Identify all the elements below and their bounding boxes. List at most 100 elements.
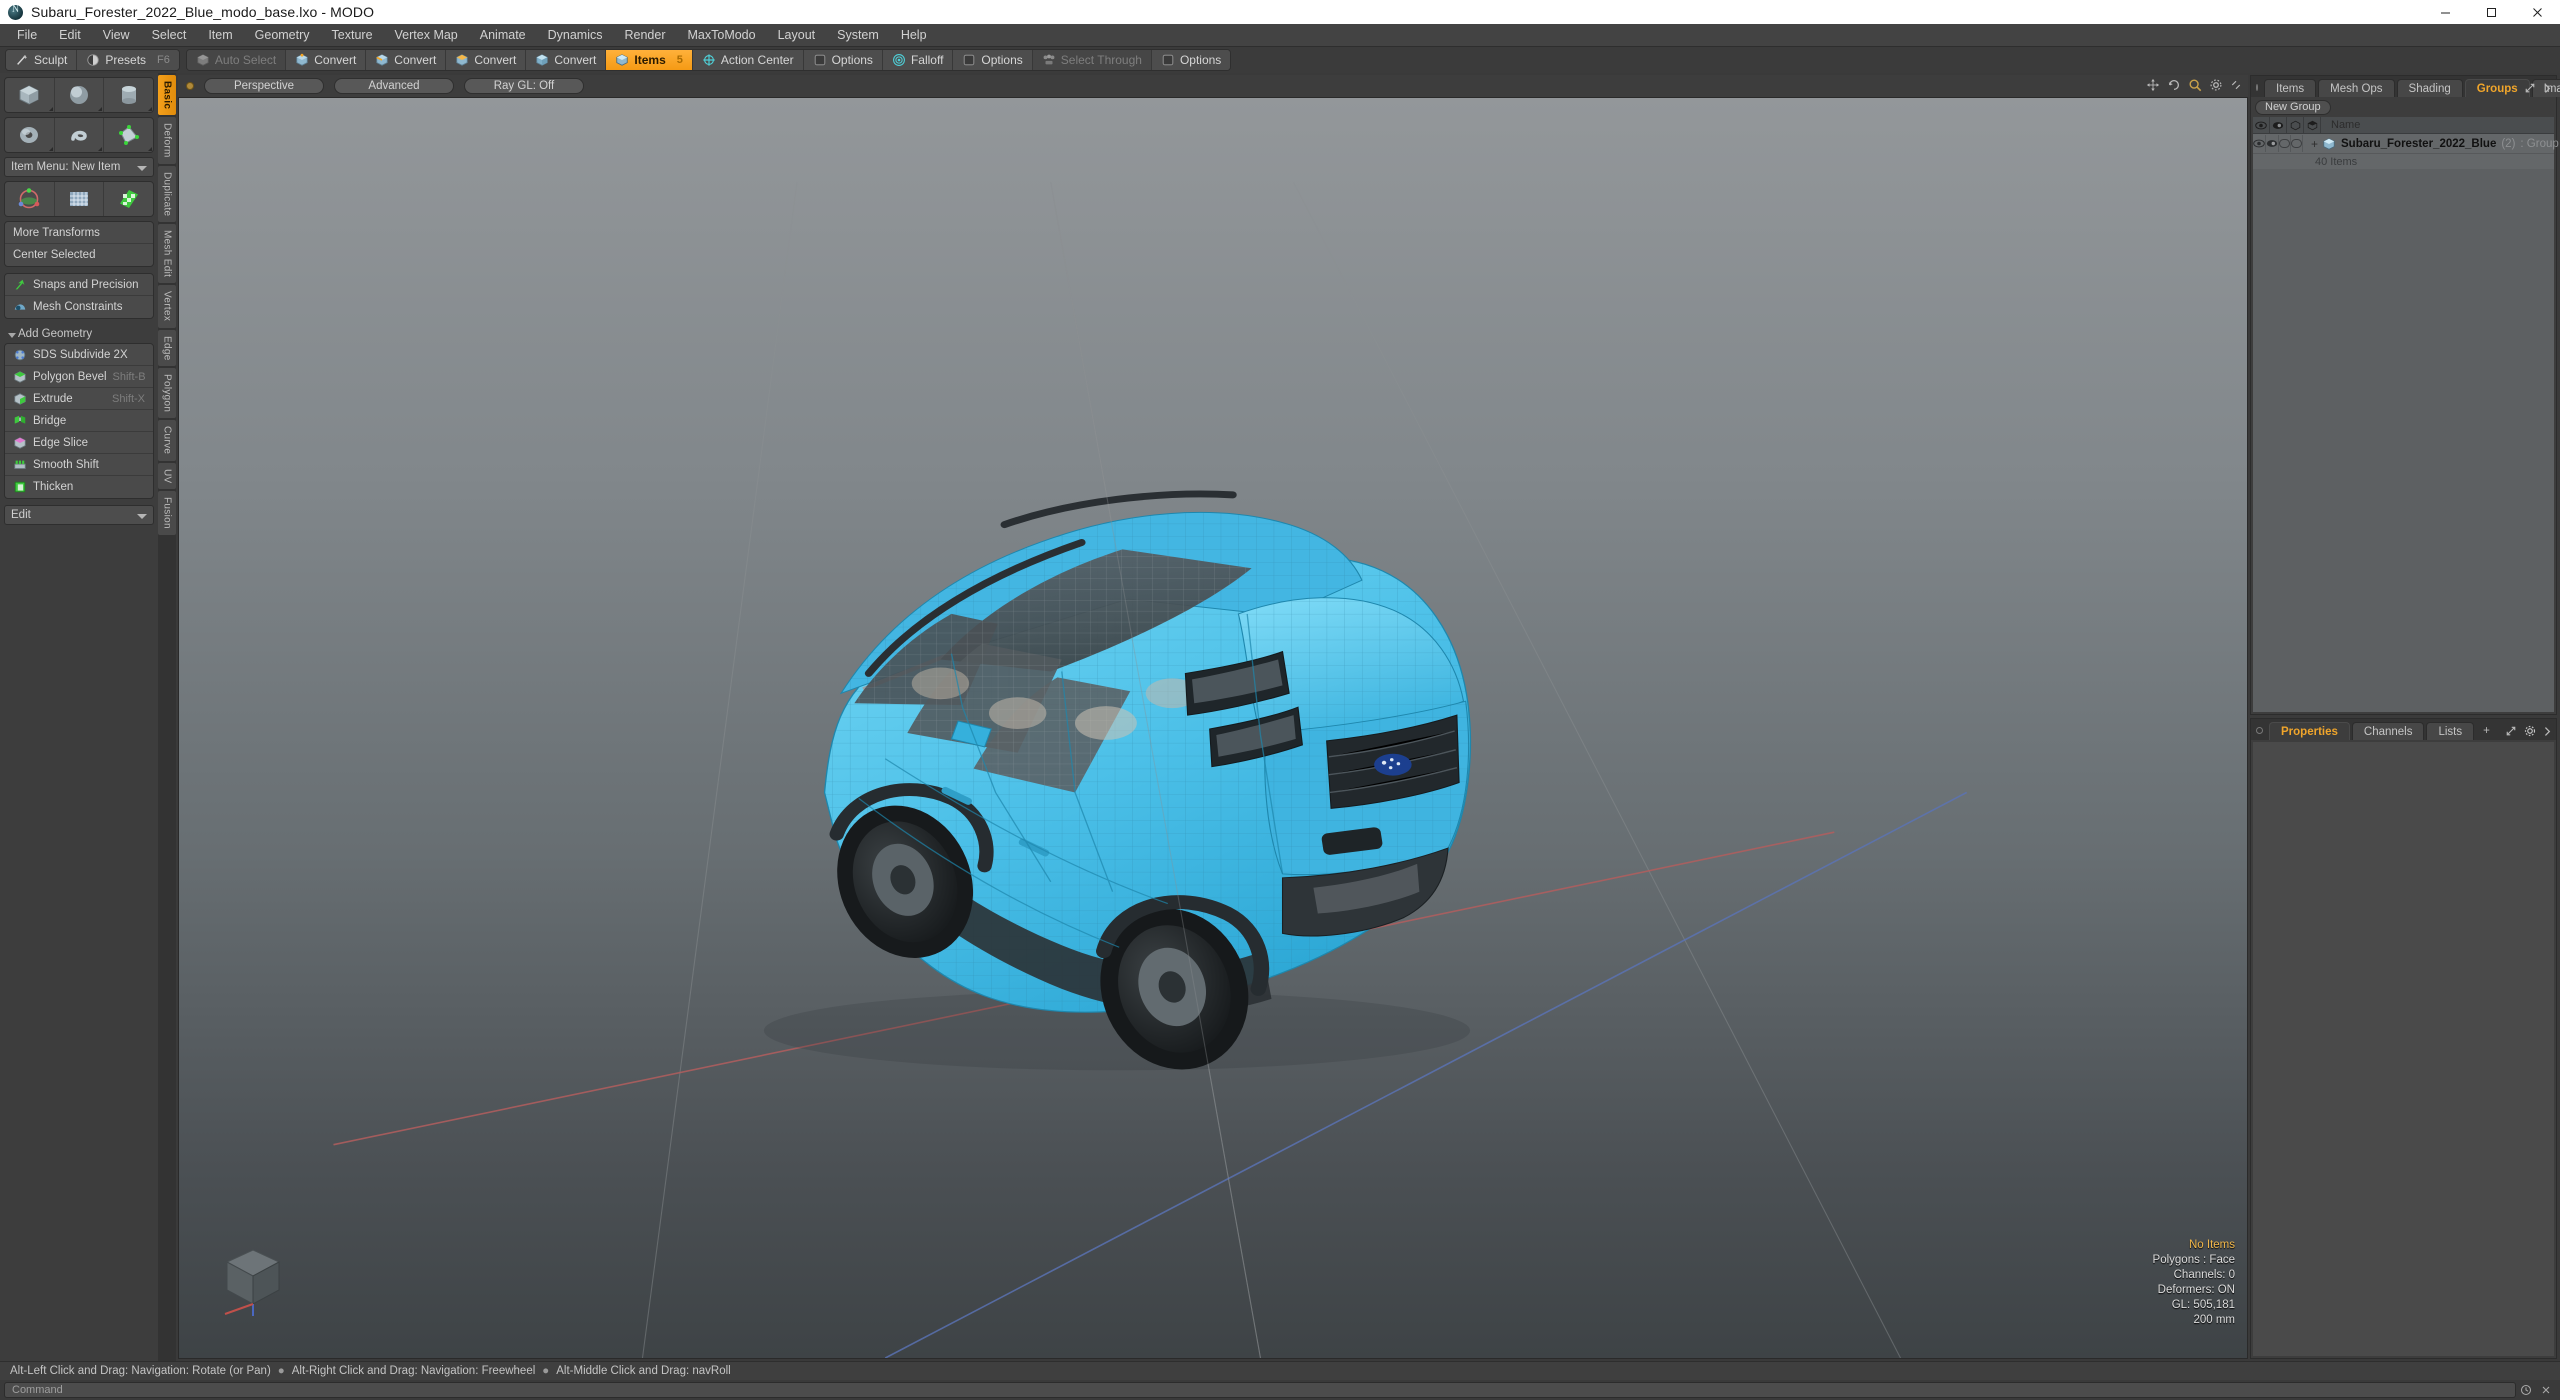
tab-lists[interactable]: Lists [2426, 722, 2475, 740]
mesh-constraints-button[interactable]: Mesh Constraints [5, 296, 153, 318]
primitive-cylinder-button[interactable] [104, 78, 153, 112]
rotate-view-icon[interactable] [2167, 78, 2181, 92]
primitive-spiral-button[interactable] [54, 118, 104, 152]
thicken-button[interactable]: Thicken [5, 476, 153, 498]
chevron-right-icon[interactable] [2543, 726, 2551, 737]
tab-mesh-ops[interactable]: Mesh Ops [2318, 79, 2395, 97]
panel-menu-dot[interactable] [2256, 727, 2263, 734]
new-group-button[interactable]: New Group [2255, 99, 2331, 115]
items-mode-button[interactable]: Items 5 [606, 50, 693, 70]
col-wireframe-icon[interactable] [2287, 116, 2304, 134]
expander-icon[interactable]: + [2311, 137, 2318, 151]
row-wireframe-toggle[interactable] [2279, 135, 2291, 152]
viewport-menu-dot[interactable] [186, 82, 194, 90]
groups-tree-body[interactable] [2253, 169, 2554, 712]
expand-icon[interactable] [2524, 82, 2536, 94]
shaded-radio[interactable] [2291, 139, 2302, 148]
smooth-shift-button[interactable]: Smooth Shift [5, 454, 153, 476]
tab-properties[interactable]: Properties [2269, 722, 2350, 740]
command-input[interactable]: Command [4, 1382, 2516, 1398]
row-visibility-eye-icon[interactable] [2253, 135, 2266, 152]
edge-slice-button[interactable]: Edge Slice [5, 432, 153, 454]
menu-animate[interactable]: Animate [469, 25, 537, 45]
vtab-basic[interactable]: Basic [158, 75, 176, 116]
vtab-mesh-edit[interactable]: Mesh Edit [158, 224, 176, 284]
action-center-options-button[interactable]: Options [803, 50, 883, 70]
center-selected-button[interactable]: Center Selected [5, 244, 153, 266]
expand-icon[interactable] [2230, 79, 2242, 91]
edit-dropdown[interactable]: Edit [4, 505, 154, 525]
vtab-deform[interactable]: Deform [158, 117, 176, 164]
wireframe-radio[interactable] [2279, 139, 2290, 148]
vtab-uv[interactable]: UV [158, 462, 176, 489]
zoom-view-icon[interactable] [2188, 78, 2202, 92]
viewport-axis-gizmo[interactable] [209, 1228, 299, 1318]
viewport-3d[interactable]: No Items Polygons : Face Channels: 0 Def… [178, 97, 2248, 1359]
snaps-and-precision-button[interactable]: Snaps and Precision [5, 274, 153, 296]
primitive-torus-button[interactable] [5, 118, 54, 152]
convert-polygon-button[interactable]: Convert [446, 50, 527, 70]
vtab-edge[interactable]: Edge [158, 329, 176, 367]
primitive-cube-button[interactable] [5, 78, 54, 112]
menu-layout[interactable]: Layout [767, 25, 827, 45]
tab-items[interactable]: Items [2264, 79, 2317, 97]
col-shaded-icon[interactable] [2304, 116, 2321, 134]
menu-geometry[interactable]: Geometry [244, 25, 321, 45]
menu-system[interactable]: System [826, 25, 890, 45]
panel-menu-dot[interactable] [2256, 84, 2258, 91]
vtab-vertex[interactable]: Vertex [158, 285, 176, 328]
menu-texture[interactable]: Texture [321, 25, 384, 45]
primitive-polygon-button[interactable] [104, 118, 153, 152]
clear-icon[interactable] [2540, 1384, 2552, 1396]
select-through-options-button[interactable]: Options [1151, 50, 1231, 70]
sculpt-button[interactable]: Sculpt [6, 50, 78, 70]
falloff-options-button[interactable]: Options [953, 50, 1033, 70]
tab-groups[interactable]: Groups [2464, 79, 2530, 97]
move-view-icon[interactable] [2146, 78, 2160, 92]
item-menu-dropdown[interactable]: Item Menu: New Item [4, 157, 154, 177]
viewport-projection-dropdown[interactable]: Perspective [204, 78, 324, 94]
add-geometry-header[interactable]: Add Geometry [4, 325, 154, 343]
chevron-right-icon[interactable] [2543, 83, 2551, 94]
menu-help[interactable]: Help [890, 25, 938, 45]
viewport-raygl-dropdown[interactable]: Ray GL: Off [464, 78, 584, 94]
convert-edge-button[interactable]: Convert [366, 50, 447, 70]
maximize-button[interactable] [2468, 0, 2514, 24]
vtab-curve[interactable]: Curve [158, 420, 176, 461]
polygon-bevel-button[interactable]: Polygon Bevel Shift-B [5, 366, 153, 388]
close-button[interactable] [2514, 0, 2560, 24]
menu-render[interactable]: Render [614, 25, 677, 45]
tab-add[interactable]: + [2476, 722, 2497, 740]
primitive-sphere-button[interactable] [54, 78, 104, 112]
action-center-button[interactable]: Action Center [692, 50, 804, 70]
menu-dynamics[interactable]: Dynamics [537, 25, 614, 45]
transform-gizmo-button[interactable] [5, 182, 54, 216]
tab-channels[interactable]: Channels [2351, 722, 2425, 740]
mesh-grid-button[interactable] [54, 182, 104, 216]
col-visibility-eye-icon[interactable] [2253, 116, 2270, 134]
viewport-shading-dropdown[interactable]: Advanced [334, 78, 454, 94]
menu-item[interactable]: Item [197, 25, 243, 45]
menu-view[interactable]: View [92, 25, 141, 45]
expand-icon[interactable] [2505, 725, 2517, 737]
sds-subdivide-button[interactable]: SDS Subdivide 2X [5, 344, 153, 366]
presets-button[interactable]: Presets F6 [77, 50, 179, 70]
select-through-button[interactable]: Select Through [1032, 50, 1152, 70]
bridge-button[interactable]: Bridge [5, 410, 153, 432]
minimize-button[interactable] [2422, 0, 2468, 24]
row-render-eye-icon[interactable] [2266, 135, 2279, 152]
menu-edit[interactable]: Edit [48, 25, 92, 45]
menu-file[interactable]: File [6, 25, 48, 45]
auto-select-button[interactable]: Auto Select [186, 50, 287, 70]
checker-material-button[interactable] [104, 182, 153, 216]
settings-icon[interactable] [2209, 78, 2223, 92]
convert-material-button[interactable]: Convert [526, 50, 607, 70]
col-render-eye-icon[interactable] [2270, 116, 2287, 134]
history-icon[interactable] [2520, 1384, 2532, 1396]
vtab-polygon[interactable]: Polygon [158, 368, 176, 419]
table-row[interactable]: + Subaru_Forester_2022_Blue (2) : Group [2253, 134, 2559, 154]
extrude-button[interactable]: Extrude Shift-X [5, 388, 153, 410]
menu-select[interactable]: Select [141, 25, 198, 45]
vtab-fusion[interactable]: Fusion [158, 491, 176, 535]
falloff-button[interactable]: Falloff [882, 50, 954, 70]
